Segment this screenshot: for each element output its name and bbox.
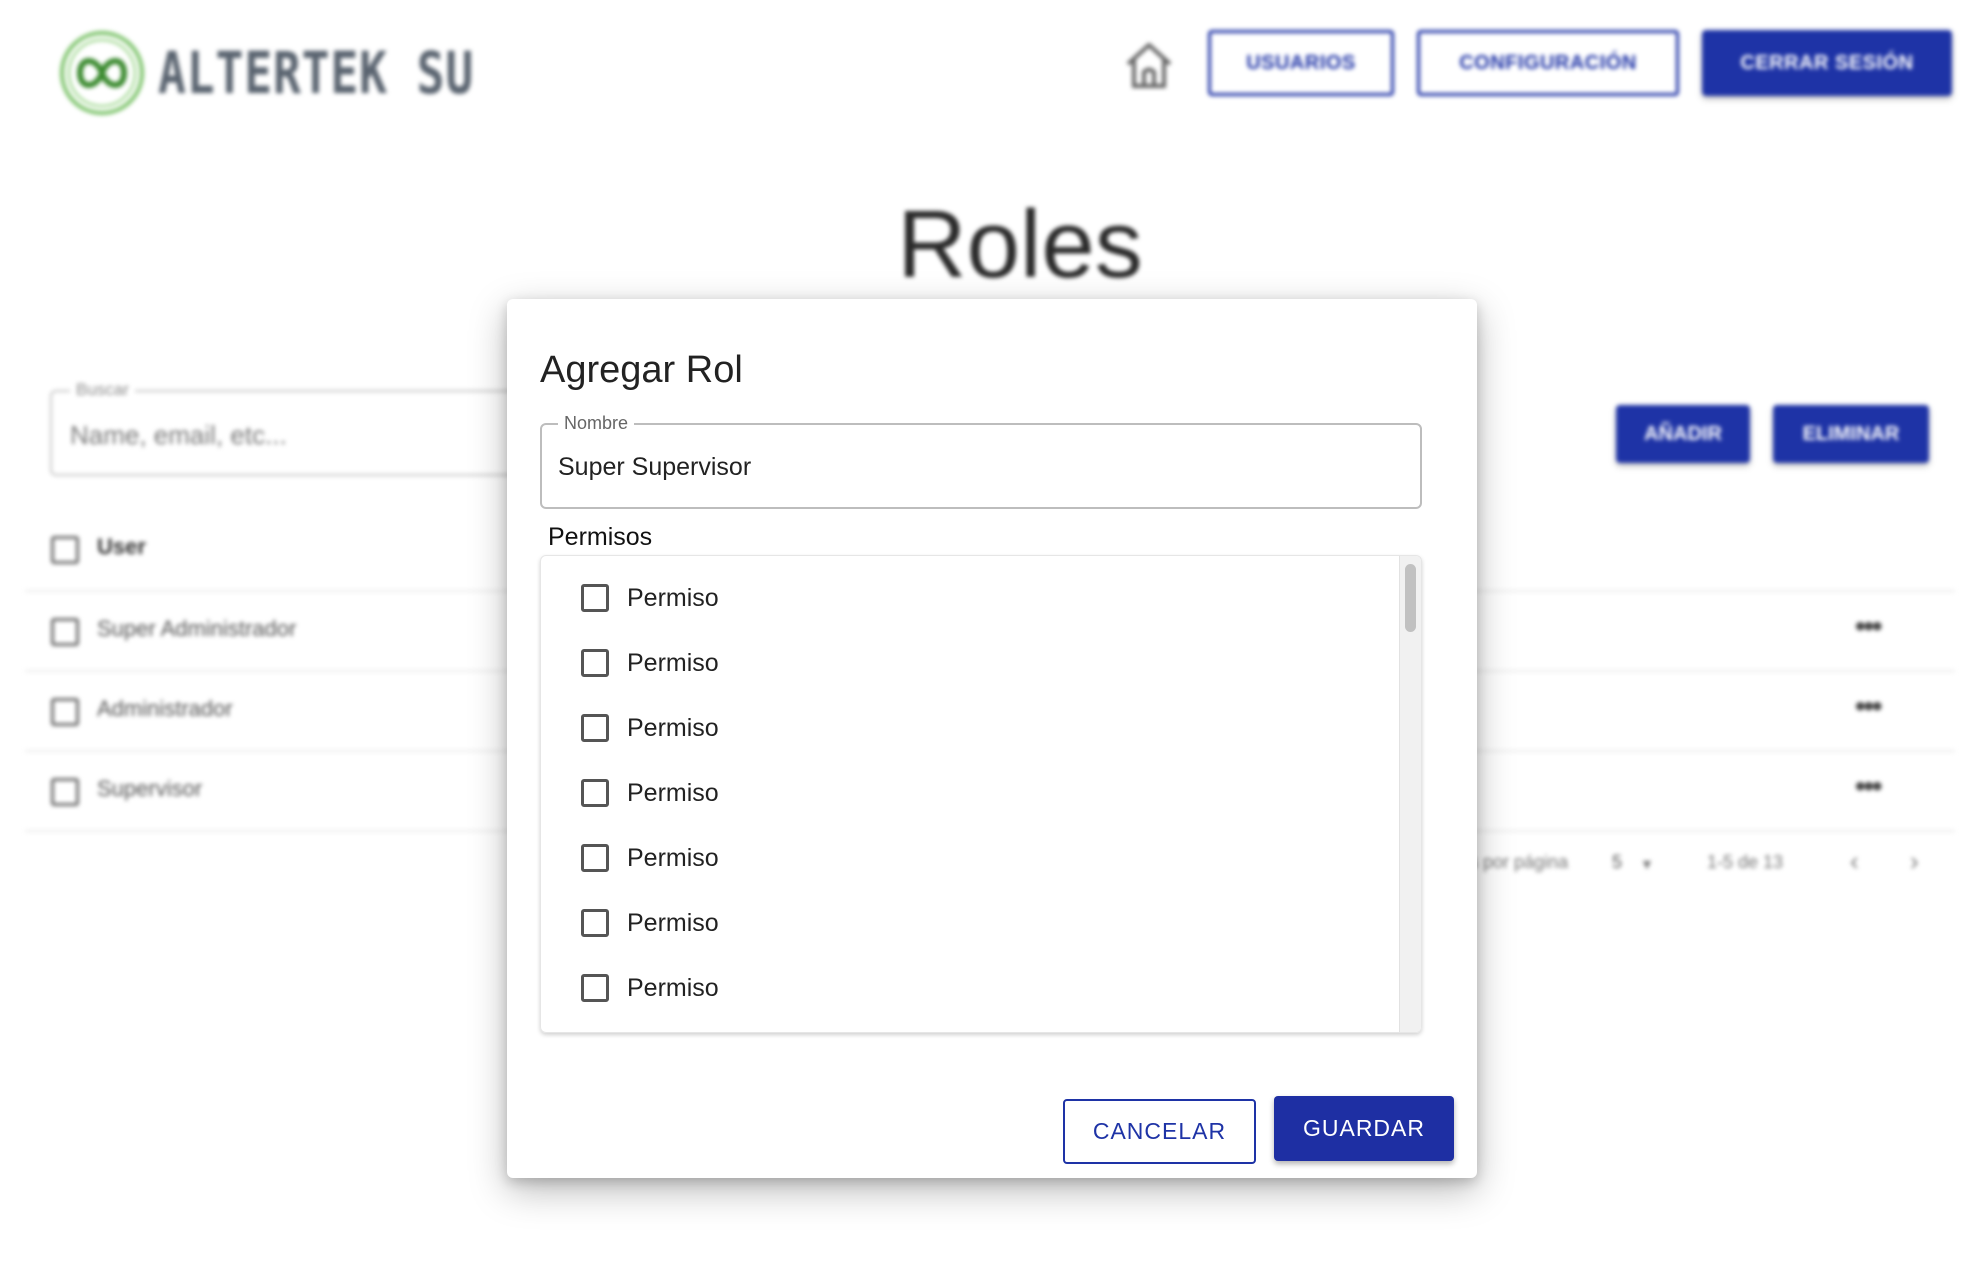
role-name-input[interactable] xyxy=(558,447,1408,487)
permission-label: Permiso xyxy=(627,973,719,1002)
permission-checkbox[interactable] xyxy=(581,909,609,937)
permission-item[interactable]: Permiso xyxy=(581,708,719,748)
role-name-field[interactable]: Nombre xyxy=(540,413,1422,509)
permission-label: Permiso xyxy=(627,908,719,937)
cancel-button[interactable]: CANCELAR xyxy=(1063,1099,1256,1164)
nav-config-button[interactable]: CONFIGURACIÓN xyxy=(1417,30,1679,96)
more-options-icon[interactable]: ••• xyxy=(1855,690,1882,724)
brand-logo: ALTERTEK SU xyxy=(58,28,553,118)
scrollbar-thumb[interactable] xyxy=(1405,564,1416,632)
save-button[interactable]: GUARDAR xyxy=(1274,1096,1454,1161)
dialog-title: Agregar Rol xyxy=(540,349,743,391)
permission-label: Permiso xyxy=(627,583,719,612)
pagination-range: 1-5 de 13 xyxy=(1707,852,1784,872)
logo-icon xyxy=(60,31,144,115)
permission-item[interactable]: Permiso xyxy=(581,968,719,1008)
rows-per-page-select[interactable]: 5 xyxy=(1612,852,1622,873)
home-icon[interactable] xyxy=(1122,38,1176,92)
top-header: ALTERTEK SU USUARIOS CONFIGURACIÓN CERRA… xyxy=(0,0,1976,140)
search-placeholder: Name, email, etc... xyxy=(70,420,287,450)
row-checkbox[interactable] xyxy=(51,698,79,726)
permission-checkbox[interactable] xyxy=(581,844,609,872)
delete-role-button[interactable]: ELIMINAR xyxy=(1773,405,1929,463)
permission-item[interactable]: Permiso xyxy=(581,643,719,683)
search-legend: Buscar xyxy=(70,380,135,400)
permission-item[interactable]: Permiso xyxy=(581,773,719,813)
add-role-dialog: Agregar Rol Nombre Permisos Permiso Perm… xyxy=(507,299,1477,1178)
permissions-list[interactable]: Permiso Permiso Permiso Permiso Permiso … xyxy=(540,555,1422,1033)
row-role-name: Supervisor xyxy=(97,776,203,801)
permission-item[interactable]: Permiso xyxy=(581,903,719,943)
nav-users-button[interactable]: USUARIOS xyxy=(1208,30,1394,96)
permissions-label: Permisos xyxy=(548,523,653,551)
permission-item[interactable]: Permiso xyxy=(581,838,719,878)
logout-button[interactable]: CERRAR SESIÓN xyxy=(1702,30,1952,96)
search-input[interactable]: Buscar Name, email, etc... xyxy=(50,380,520,476)
row-role-name: Administrador xyxy=(97,696,233,721)
permission-checkbox[interactable] xyxy=(581,649,609,677)
permission-item[interactable]: Permiso xyxy=(581,578,719,618)
row-checkbox[interactable] xyxy=(51,618,79,646)
table-header-user: User xyxy=(97,534,146,559)
page-title: Roles xyxy=(897,191,1143,298)
row-checkbox[interactable] xyxy=(51,778,79,806)
role-name-legend: Nombre xyxy=(558,413,635,434)
more-options-icon[interactable]: ••• xyxy=(1855,770,1882,804)
permission-checkbox[interactable] xyxy=(581,779,609,807)
chevron-left-icon[interactable]: ‹ xyxy=(1850,846,1859,877)
row-role-name: Super Administrador xyxy=(97,616,297,641)
permission-checkbox[interactable] xyxy=(581,584,609,612)
select-all-checkbox[interactable] xyxy=(51,536,79,564)
permission-checkbox[interactable] xyxy=(581,714,609,742)
permission-label: Permiso xyxy=(627,648,719,677)
permissions-scrollbar[interactable] xyxy=(1399,556,1421,1032)
chevron-right-icon[interactable]: › xyxy=(1910,846,1919,877)
caret-down-icon[interactable]: ▼ xyxy=(1640,856,1654,872)
add-role-button[interactable]: AÑADIR xyxy=(1616,405,1750,463)
logo-text: ALTERTEK SU xyxy=(158,39,475,107)
permission-label: Permiso xyxy=(627,843,719,872)
permission-checkbox[interactable] xyxy=(581,974,609,1002)
permission-label: Permiso xyxy=(627,713,719,742)
permission-label: Permiso xyxy=(627,778,719,807)
more-options-icon[interactable]: ••• xyxy=(1855,610,1882,644)
